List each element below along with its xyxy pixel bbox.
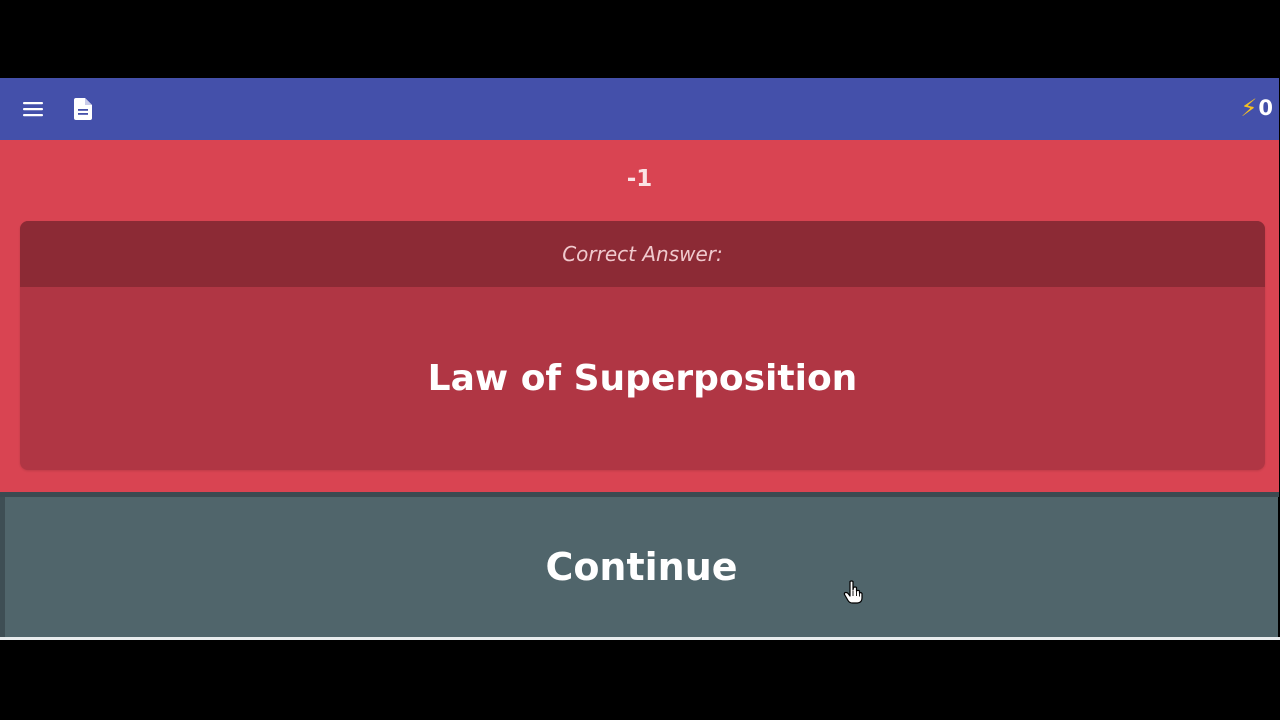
continue-button[interactable]: Continue bbox=[5, 497, 1278, 637]
menu-button[interactable] bbox=[20, 96, 46, 122]
correct-answer-text: Law of Superposition bbox=[427, 358, 858, 399]
hamburger-menu-icon bbox=[23, 102, 43, 117]
energy-count: 0 bbox=[1258, 96, 1273, 120]
top-bar: ⚡ 0 bbox=[0, 78, 1279, 140]
correct-answer-header: Correct Answer: bbox=[20, 221, 1265, 287]
correct-answer-card: Correct Answer: Law of Superposition bbox=[20, 221, 1265, 470]
document-button[interactable] bbox=[70, 96, 96, 122]
document-icon bbox=[74, 98, 92, 120]
app-screen: ⚡ 0 -1 Correct Answer: Law of Superposit… bbox=[0, 78, 1280, 640]
energy-counter: ⚡ 0 bbox=[1241, 92, 1273, 124]
score-change: -1 bbox=[626, 166, 653, 192]
hand-pointer-cursor-icon bbox=[843, 580, 863, 604]
bottom-border bbox=[0, 637, 1280, 640]
incorrect-result-panel: -1 Correct Answer: Law of Superposition bbox=[0, 140, 1279, 492]
lightning-bolt-icon: ⚡ bbox=[1240, 94, 1258, 122]
